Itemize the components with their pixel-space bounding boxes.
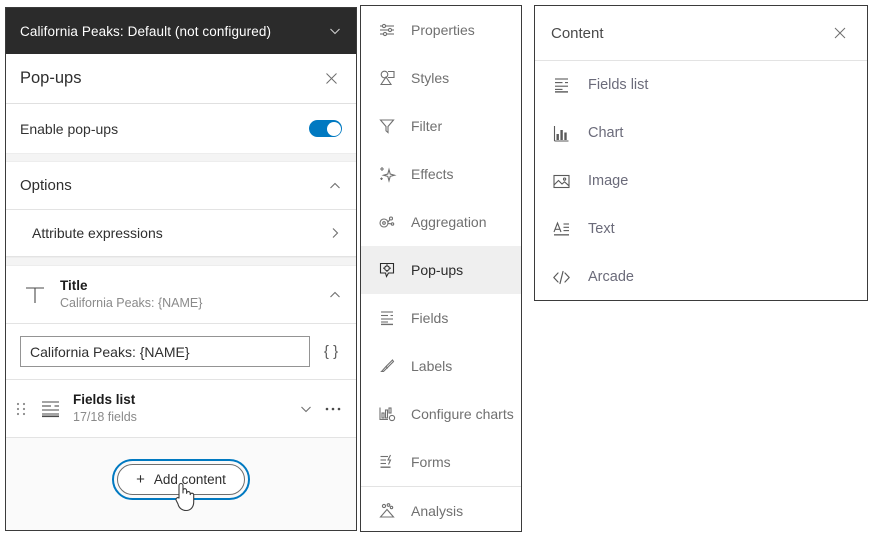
menu-item-forms[interactable]: Forms (361, 438, 521, 486)
enable-popups-label: Enable pop-ups (20, 120, 119, 137)
content-option-label-arcade: Arcade (588, 269, 634, 285)
bar-chart-icon (551, 123, 572, 144)
options-section-header[interactable]: Options (6, 162, 356, 210)
add-content-button[interactable]: + Add content (117, 464, 245, 495)
content-option-chart[interactable]: Chart (535, 109, 867, 157)
fields-list-subtitle: 17/18 fields (73, 409, 137, 424)
attribute-expressions-row[interactable]: Attribute expressions (6, 210, 356, 257)
menu-label-analysis: Analysis (411, 503, 464, 519)
content-option-label-image: Image (588, 173, 629, 189)
screenshot-stage: California Peaks: Default (not configure… (0, 0, 874, 538)
content-option-fields-list[interactable]: Fields list (535, 61, 867, 109)
content-option-text[interactable]: Text (535, 205, 867, 253)
text-title-icon (22, 282, 48, 308)
menu-item-styles[interactable]: Styles (361, 54, 521, 102)
close-icon[interactable] (829, 22, 851, 44)
menu-item-fields[interactable]: Fields (361, 294, 521, 342)
add-content-button-wrap: + Add content (112, 459, 250, 500)
add-content-label: Add content (153, 472, 226, 487)
sliders-icon (377, 20, 397, 40)
popup-icon (377, 260, 397, 280)
popups-configuration-panel: California Peaks: Default (not configure… (5, 7, 357, 531)
analysis-icon (377, 501, 397, 521)
aggregation-icon (377, 212, 397, 232)
content-picker-popup: Content Fields list Chart Image Text Arc… (534, 5, 868, 301)
title-block-texts: Title California Peaks: {NAME} (60, 277, 316, 313)
menu-item-analysis[interactable]: Analysis (361, 487, 521, 535)
layer-header[interactable]: California Peaks: Default (not configure… (6, 8, 356, 54)
menu-label-forms: Forms (411, 454, 451, 470)
content-popup-header: Content (535, 6, 867, 61)
menu-label-configure-charts: Configure charts (411, 406, 514, 422)
content-option-label-fields-list: Fields list (588, 77, 649, 93)
code-arcade-icon (551, 267, 572, 288)
menu-item-effects[interactable]: Effects (361, 150, 521, 198)
drag-handle-icon[interactable] (14, 399, 28, 419)
menu-label-styles: Styles (411, 70, 450, 86)
layer-title: California Peaks: Default (not configure… (20, 23, 272, 39)
menu-item-filter[interactable]: Filter (361, 102, 521, 150)
section-divider-2 (6, 257, 356, 266)
fields-list-icon (551, 75, 572, 96)
close-icon[interactable] (320, 68, 342, 90)
text-icon (551, 219, 572, 240)
popups-title: Pop-ups (20, 69, 82, 87)
attribute-expressions-label: Attribute expressions (32, 225, 163, 241)
bar-chart-gear-icon (377, 404, 397, 424)
styles-shapes-icon (377, 68, 397, 88)
image-icon (551, 171, 572, 192)
more-options-icon[interactable] (322, 398, 344, 420)
content-option-label-text: Text (588, 221, 615, 237)
section-divider (6, 153, 356, 162)
title-input-row: { } (6, 324, 356, 380)
chevron-up-icon[interactable] (328, 179, 342, 193)
toggle-knob (326, 121, 341, 136)
title-block-name: Title (60, 277, 88, 293)
fields-list-name: Fields list (73, 391, 136, 407)
enable-popups-toggle[interactable] (309, 120, 342, 137)
fields-list-icon (37, 395, 64, 422)
menu-label-filter: Filter (411, 118, 443, 134)
menu-item-labels[interactable]: Labels (361, 342, 521, 390)
menu-label-aggregation: Aggregation (411, 214, 487, 230)
chevron-right-icon[interactable] (328, 226, 342, 240)
title-block-subtitle: California Peaks: {NAME} (60, 295, 203, 310)
menu-label-effects: Effects (411, 166, 454, 182)
menu-label-fields: Fields (411, 310, 449, 326)
menu-item-properties[interactable]: Properties (361, 6, 521, 54)
chevron-up-icon-title[interactable] (328, 288, 342, 302)
popups-section-header: Pop-ups (6, 54, 356, 104)
menu-label-popups: Pop-ups (411, 262, 464, 278)
fields-list-texts: Fields list 17/18 fields (73, 391, 290, 427)
menu-item-aggregation[interactable]: Aggregation (361, 198, 521, 246)
menu-label-labels: Labels (411, 358, 453, 374)
options-label: Options (20, 177, 72, 194)
plus-icon: + (136, 471, 145, 488)
menu-label-properties: Properties (411, 22, 475, 38)
chevron-down-icon[interactable] (328, 24, 342, 38)
enable-popups-row[interactable]: Enable pop-ups (6, 104, 356, 153)
label-tag-icon (377, 356, 397, 376)
title-input[interactable] (20, 336, 310, 367)
title-content-block: Title California Peaks: {NAME} (6, 266, 356, 324)
content-option-label-chart: Chart (588, 125, 624, 141)
form-lightning-icon (377, 452, 397, 472)
chevron-down-icon-fields[interactable] (299, 402, 313, 416)
fields-list-content-block[interactable]: Fields list 17/18 fields (6, 380, 356, 438)
sparkle-icon (377, 164, 397, 184)
content-option-image[interactable]: Image (535, 157, 867, 205)
menu-item-configure-charts[interactable]: Configure charts (361, 390, 521, 438)
expression-braces-button[interactable]: { } (320, 343, 342, 360)
menu-item-popups[interactable]: Pop-ups (361, 246, 521, 294)
add-content-area: + Add content (6, 438, 356, 530)
layer-tools-menu: Properties Styles Filter Effects Aggrega… (360, 5, 522, 532)
content-popup-title: Content (551, 24, 604, 42)
fields-icon (377, 308, 397, 328)
funnel-icon (377, 116, 397, 136)
content-option-arcade[interactable]: Arcade (535, 253, 867, 301)
